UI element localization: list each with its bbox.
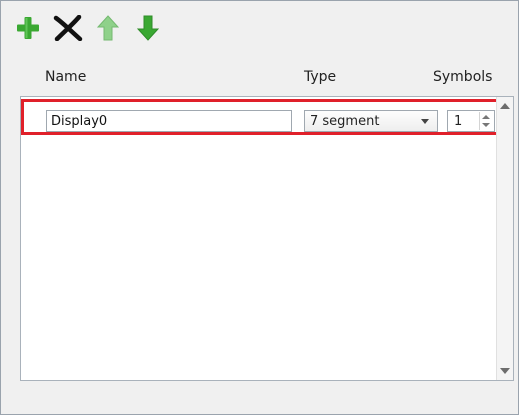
- column-header-name: Name: [45, 69, 87, 85]
- display-type-select[interactable]: 7 segment: [304, 110, 438, 132]
- add-button[interactable]: [13, 11, 43, 45]
- x-icon: [53, 15, 83, 41]
- symbols-spinbox[interactable]: 1: [447, 110, 495, 132]
- arrow-down-icon: [137, 15, 159, 41]
- spin-buttons[interactable]: [479, 112, 492, 130]
- plus-icon: [17, 17, 39, 39]
- symbols-value: 1: [454, 113, 463, 129]
- displays-panel: Name Type Symbols 7 segment 1: [0, 0, 519, 415]
- display-name-input[interactable]: [46, 110, 292, 132]
- move-up-button[interactable]: [93, 11, 123, 45]
- arrow-up-icon: [97, 15, 119, 41]
- spin-down-icon[interactable]: [482, 123, 490, 127]
- scroll-up-icon[interactable]: [500, 103, 510, 109]
- remove-button[interactable]: [53, 11, 83, 45]
- scroll-down-icon[interactable]: [500, 368, 510, 374]
- column-header-symbols: Symbols: [433, 69, 493, 85]
- display-list: 7 segment 1: [20, 96, 514, 381]
- chevron-down-icon: [421, 119, 429, 124]
- toolbar: [13, 9, 163, 47]
- display-type-value: 7 segment: [310, 113, 380, 129]
- move-down-button[interactable]: [133, 11, 163, 45]
- column-header-type: Type: [304, 69, 337, 85]
- display-row: 7 segment 1: [21, 99, 499, 135]
- spin-up-icon[interactable]: [482, 115, 490, 119]
- vertical-scrollbar[interactable]: [496, 97, 513, 380]
